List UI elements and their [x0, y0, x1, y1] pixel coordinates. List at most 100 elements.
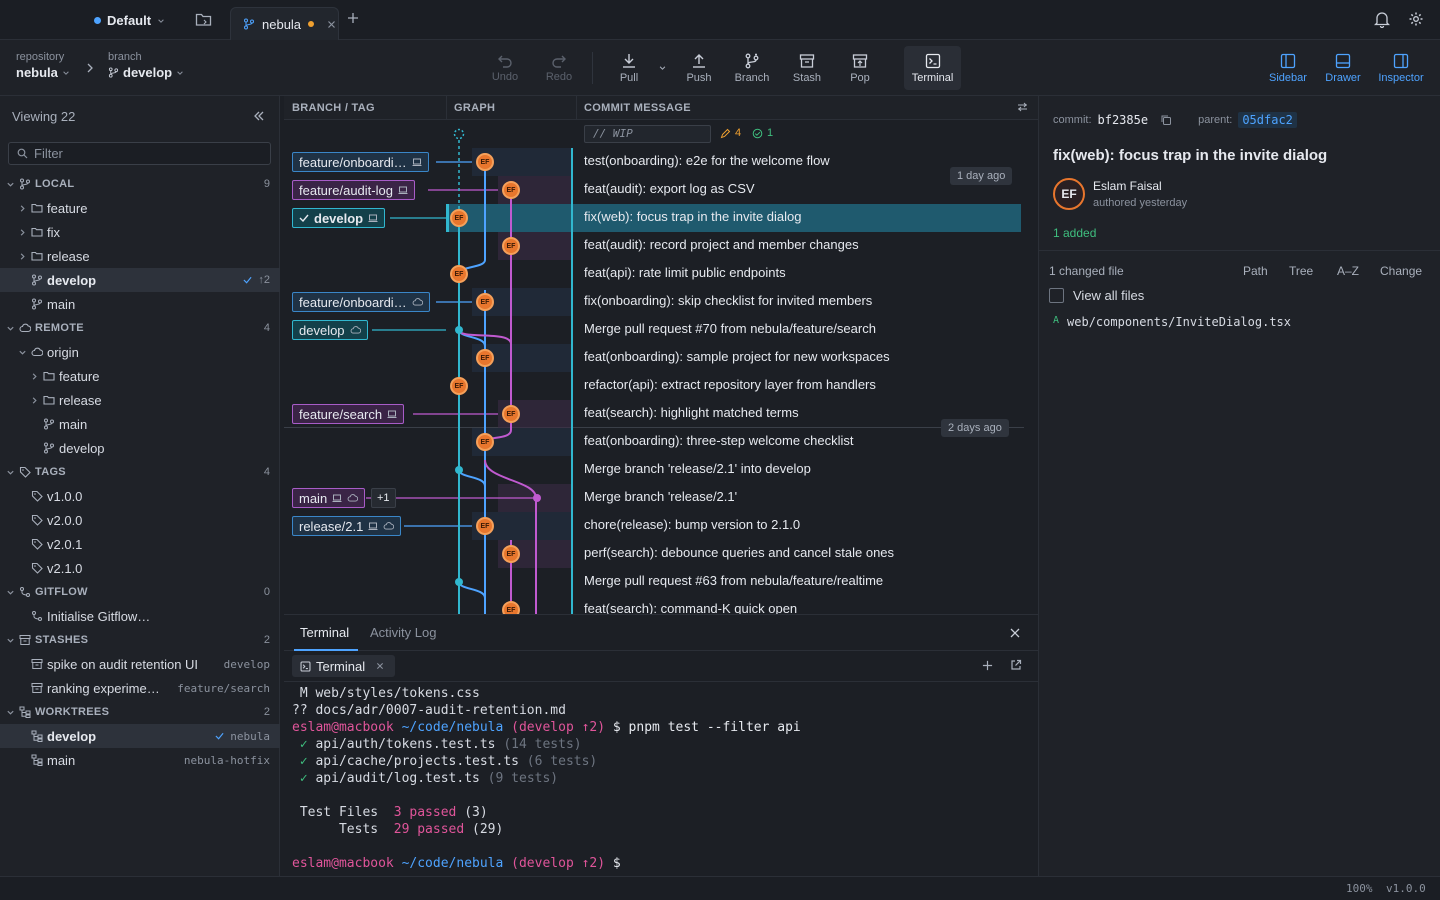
ref-label[interactable]: feature/audit-log [292, 180, 415, 200]
ref-label[interactable]: feature/search [292, 404, 405, 424]
zoom-level[interactable]: 100% [1346, 882, 1373, 895]
redo-button[interactable]: Redo [540, 46, 578, 90]
sidebar-item-remote-main[interactable]: main [0, 412, 280, 436]
inspector-toggle-button[interactable]: Inspector [1374, 46, 1428, 90]
commit-avatar[interactable]: EF [476, 153, 494, 171]
more-refs-badge[interactable]: +1 [371, 488, 396, 508]
initialise-gitflow-item[interactable]: Initialise Gitflow… [0, 604, 280, 628]
ref-label[interactable]: develop [292, 320, 368, 340]
ref-label[interactable]: feature/onboardi… [292, 152, 429, 172]
commit-avatar[interactable]: EF [502, 181, 520, 199]
sort-az-button[interactable]: A–Z [1337, 264, 1359, 278]
close-drawer-icon[interactable] [1010, 628, 1020, 638]
section-tags[interactable]: TAGS 4 [0, 460, 280, 484]
commit-message[interactable]: fix(web): focus trap in the invite dialo… [584, 209, 802, 224]
section-local[interactable]: LOCAL 9 [0, 172, 280, 196]
commit-avatar[interactable]: EF [502, 237, 520, 255]
branch-selector[interactable]: branch develop [108, 51, 184, 80]
sidebar-item-remote-develop[interactable]: develop [0, 436, 280, 460]
sidebar-item-tag[interactable]: v2.0.1 [0, 532, 280, 556]
sidebar-item-develop[interactable]: develop ↑2 [0, 268, 280, 292]
commit-message[interactable]: Merge pull request #63 from nebula/featu… [584, 573, 883, 588]
new-tab-plus-icon[interactable] [347, 12, 359, 24]
commit-message[interactable]: chore(release): bump version to 2.1.0 [584, 517, 800, 532]
terminal-session-tab[interactable]: Terminal [292, 655, 395, 677]
commit-avatar[interactable]: EF [502, 601, 520, 614]
commit-message[interactable]: feat(api): rate limit public endpoints [584, 265, 786, 280]
pull-options-chevron-icon[interactable] [658, 64, 667, 72]
sidebar-item-fix[interactable]: fix [0, 220, 280, 244]
commit-avatar[interactable]: EF [502, 405, 520, 423]
sidebar-item-release[interactable]: release [0, 244, 280, 268]
commit-message[interactable]: feat(search): command-K quick open [584, 601, 797, 614]
column-commit-message[interactable]: COMMIT MESSAGE [584, 96, 691, 120]
view-all-files-checkbox[interactable]: View all files [1049, 288, 1144, 303]
commit-message[interactable]: feat(onboarding): three-step welcome che… [584, 433, 854, 448]
sidebar-toggle-button[interactable]: Sidebar [1266, 46, 1310, 90]
bell-icon[interactable] [1374, 11, 1390, 28]
section-worktrees[interactable]: WORKTREES 2 [0, 700, 280, 724]
push-button[interactable]: Push [680, 46, 718, 90]
section-remote[interactable]: REMOTE 4 [0, 316, 280, 340]
terminal-output[interactable]: M web/styles/tokens.css ?? docs/adr/0007-… [292, 685, 801, 872]
pull-button[interactable]: Pull [610, 46, 648, 90]
folder-icon[interactable] [195, 12, 212, 27]
close-icon[interactable] [376, 662, 384, 670]
sidebar-item-feature[interactable]: feature [0, 196, 280, 220]
column-branch-tag[interactable]: BRANCH / TAG [292, 96, 375, 120]
commit-message[interactable]: refactor(api): extract repository layer … [584, 377, 876, 392]
commit-avatar[interactable]: EF [450, 377, 468, 395]
ref-label[interactable]: main [292, 488, 366, 508]
sidebar-item-tag[interactable]: v2.0.0 [0, 508, 280, 532]
column-settings-icon[interactable] [1017, 102, 1028, 112]
commit-message[interactable]: feat(audit): record project and member c… [584, 237, 859, 252]
gear-icon[interactable] [1408, 11, 1424, 27]
commit-message[interactable]: perf(search): debounce queries and cance… [584, 545, 894, 560]
commit-message[interactable]: Merge branch 'release/2.1' [584, 489, 737, 504]
commit-message[interactable]: test(onboarding): e2e for the welcome fl… [584, 153, 830, 168]
worktree-item-develop[interactable]: develop nebula [0, 724, 280, 748]
branch-button[interactable]: Branch [730, 46, 774, 90]
section-stashes[interactable]: STASHES 2 [0, 628, 280, 652]
stash-item[interactable]: ranking experime… feature/search [0, 676, 280, 700]
tab-nebula[interactable]: nebula [230, 7, 339, 40]
sidebar-item-main[interactable]: main [0, 292, 280, 316]
sort-path-button[interactable]: Path [1243, 264, 1268, 278]
parent-hash-link[interactable]: 05dfac2 [1238, 112, 1297, 128]
filter-input[interactable]: Filter [8, 142, 271, 165]
new-terminal-plus-icon[interactable] [982, 660, 993, 671]
close-icon[interactable] [327, 20, 336, 29]
commit-avatar[interactable]: EF [476, 349, 494, 367]
undo-button[interactable]: Undo [486, 46, 524, 90]
workspace-switcher[interactable]: Default [94, 13, 165, 28]
sidebar-item-origin[interactable]: origin [0, 340, 280, 364]
ref-label[interactable]: release/2.1 [292, 516, 402, 536]
tab-terminal[interactable]: Terminal [300, 625, 349, 640]
commit-avatar[interactable]: EF [476, 517, 494, 535]
commit-message[interactable]: fix(onboarding): skip checklist for invi… [584, 293, 872, 308]
commit-avatar[interactable]: EF [450, 209, 468, 227]
sidebar-item-tag[interactable]: v1.0.0 [0, 484, 280, 508]
pop-button[interactable]: Pop [840, 46, 880, 90]
ref-label[interactable]: feature/onboardi… [292, 292, 430, 312]
stash-item[interactable]: spike on audit retention UI develop [0, 652, 280, 676]
drawer-toggle-button[interactable]: Drawer [1322, 46, 1364, 90]
wip-input[interactable]: // WIP [584, 125, 711, 143]
repository-selector[interactable]: repository nebula [16, 51, 70, 80]
sort-change-button[interactable]: Change [1380, 264, 1422, 278]
pop-out-icon[interactable] [1010, 659, 1022, 671]
column-graph[interactable]: GRAPH [454, 96, 495, 120]
stash-button[interactable]: Stash [786, 46, 828, 90]
tab-activity-log[interactable]: Activity Log [370, 625, 436, 640]
commit-message[interactable]: Merge branch 'release/2.1' into develop [584, 461, 811, 476]
sidebar-item-remote-release[interactable]: release [0, 388, 280, 412]
sidebar-item-tag[interactable]: v2.1.0 [0, 556, 280, 580]
commit-avatar[interactable]: EF [476, 293, 494, 311]
commit-message[interactable]: feat(onboarding): sample project for new… [584, 349, 890, 364]
commit-avatar[interactable]: EF [502, 545, 520, 563]
sort-tree-button[interactable]: Tree [1289, 264, 1313, 278]
worktree-item-main[interactable]: main nebula-hotfix [0, 748, 280, 772]
section-gitflow[interactable]: GITFLOW 0 [0, 580, 280, 604]
commit-avatar[interactable]: EF [450, 265, 468, 283]
commit-message[interactable]: feat(audit): export log as CSV [584, 181, 755, 196]
